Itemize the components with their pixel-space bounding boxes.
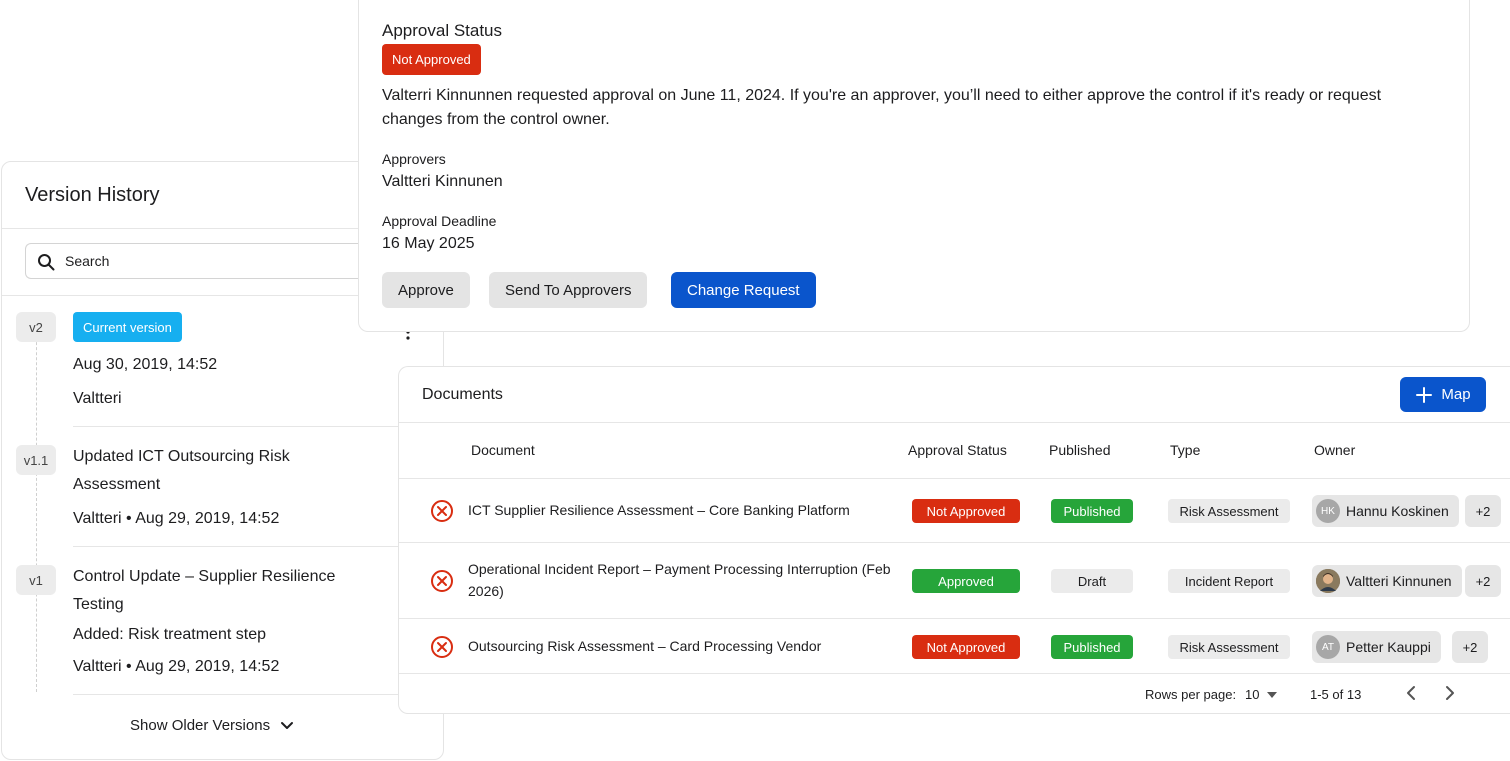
- owner-chip[interactable]: Valtteri Kinnunen: [1312, 565, 1462, 597]
- published-badge: Draft: [1051, 569, 1133, 593]
- type-badge: Risk Assessment: [1168, 635, 1290, 659]
- divider: [399, 422, 1510, 423]
- approvers-label: Approvers: [382, 151, 446, 167]
- previous-page-button[interactable]: [1401, 683, 1421, 705]
- rows-per-page-label: Rows per page:: [1145, 687, 1237, 702]
- version-history-title: Version History: [25, 184, 160, 206]
- document-name[interactable]: Outsourcing Risk Assessment – Card Proce…: [468, 635, 900, 657]
- map-button[interactable]: Map: [1400, 377, 1486, 412]
- show-older-versions-button[interactable]: Show Older Versions: [130, 717, 294, 734]
- deadline-value: 16 May 2025: [382, 235, 475, 252]
- approval-description: Valterri Kinnunnen requested approval on…: [382, 87, 1382, 128]
- approval-status-badge: Not Approved: [912, 499, 1020, 523]
- type-badge: Risk Assessment: [1168, 499, 1290, 523]
- approval-status-badge: Not Approved: [912, 635, 1020, 659]
- send-to-approvers-button[interactable]: Send To Approvers: [489, 272, 648, 308]
- plus-icon: [1416, 386, 1433, 403]
- document-name[interactable]: ICT Supplier Resilience Assessment – Cor…: [468, 499, 900, 521]
- version-note: Added: Risk treatment step: [73, 626, 266, 643]
- caret-down-icon: [1267, 691, 1278, 698]
- document-name[interactable]: Operational Incident Report – Payment Pr…: [468, 558, 900, 602]
- timeline-line: [36, 312, 37, 692]
- divider: [399, 618, 1510, 619]
- divider: [399, 673, 1510, 674]
- version-meta: Valtteri • Aug 29, 2019, 14:52: [73, 658, 280, 675]
- x-circle-icon[interactable]: [430, 569, 454, 593]
- rows-per-page-select[interactable]: 10: [1245, 687, 1278, 702]
- show-older-label: Show Older Versions: [130, 717, 271, 734]
- approval-status-badge: Approved: [912, 569, 1020, 593]
- more-owners-chip[interactable]: +2: [1465, 565, 1501, 597]
- documents-card: Documents Map Document Approval Status P…: [398, 366, 1510, 714]
- documents-title: Documents: [422, 386, 503, 403]
- deadline-label: Approval Deadline: [382, 213, 497, 229]
- rows-per-page-value: 10: [1245, 687, 1260, 702]
- avatar: AT: [1316, 635, 1340, 659]
- column-header-owner[interactable]: Owner: [1314, 442, 1355, 458]
- chevron-down-icon: [281, 721, 294, 729]
- owner-name: Hannu Koskinen: [1346, 503, 1449, 519]
- version-tag: v1: [16, 565, 56, 595]
- chevron-right-icon: [1446, 686, 1454, 700]
- column-header-type[interactable]: Type: [1170, 442, 1200, 458]
- owner-chip[interactable]: AT Petter Kauppi: [1312, 631, 1441, 663]
- version-meta: Valtteri • Aug 29, 2019, 14:52: [73, 510, 280, 527]
- version-date: Aug 30, 2019, 14:52: [73, 356, 218, 373]
- divider: [399, 542, 1510, 543]
- chevron-left-icon: [1407, 686, 1415, 700]
- current-version-badge: Current version: [73, 312, 182, 342]
- next-page-button[interactable]: [1440, 683, 1460, 705]
- pagination-range: 1-5 of 13: [1310, 687, 1362, 702]
- x-circle-icon[interactable]: [430, 499, 454, 523]
- published-badge: Published: [1051, 635, 1133, 659]
- avatar: HK: [1316, 499, 1340, 523]
- x-circle-icon[interactable]: [430, 635, 454, 659]
- approval-status-title: Approval Status: [382, 21, 503, 40]
- owner-name: Valtteri Kinnunen: [1346, 573, 1452, 589]
- version-tag: v2: [16, 312, 56, 342]
- published-badge: Published: [1051, 499, 1133, 523]
- change-request-button[interactable]: Change Request: [671, 272, 816, 308]
- column-header-approval-status[interactable]: Approval Status: [908, 442, 1007, 458]
- approve-button[interactable]: Approve: [382, 272, 470, 308]
- column-header-published[interactable]: Published: [1049, 442, 1111, 458]
- avatar: [1316, 569, 1340, 593]
- owner-chip[interactable]: HK Hannu Koskinen: [1312, 495, 1459, 527]
- column-header-document[interactable]: Document: [471, 442, 535, 458]
- more-owners-chip[interactable]: +2: [1452, 631, 1488, 663]
- type-badge: Incident Report: [1168, 569, 1290, 593]
- version-author: Valtteri: [73, 390, 122, 407]
- more-owners-chip[interactable]: +2: [1465, 495, 1501, 527]
- approvers-value: Valtteri Kinnunen: [382, 173, 503, 190]
- map-button-label: Map: [1441, 386, 1471, 403]
- person-avatar-icon: [1316, 569, 1340, 593]
- divider: [399, 478, 1510, 479]
- owner-name: Petter Kauppi: [1346, 639, 1431, 655]
- approval-status-card: Approval Status Not Approved Valterri Ki…: [358, 0, 1470, 332]
- divider: [73, 694, 403, 695]
- version-title[interactable]: Control Update – Supplier Resilience Tes…: [73, 563, 373, 619]
- divider: [73, 426, 403, 427]
- version-tag: v1.1: [16, 445, 56, 475]
- divider: [73, 546, 403, 547]
- version-title[interactable]: Updated ICT Outsourcing Risk Assessment: [73, 443, 343, 499]
- status-badge: Not Approved: [382, 44, 481, 75]
- search-icon: [38, 254, 55, 271]
